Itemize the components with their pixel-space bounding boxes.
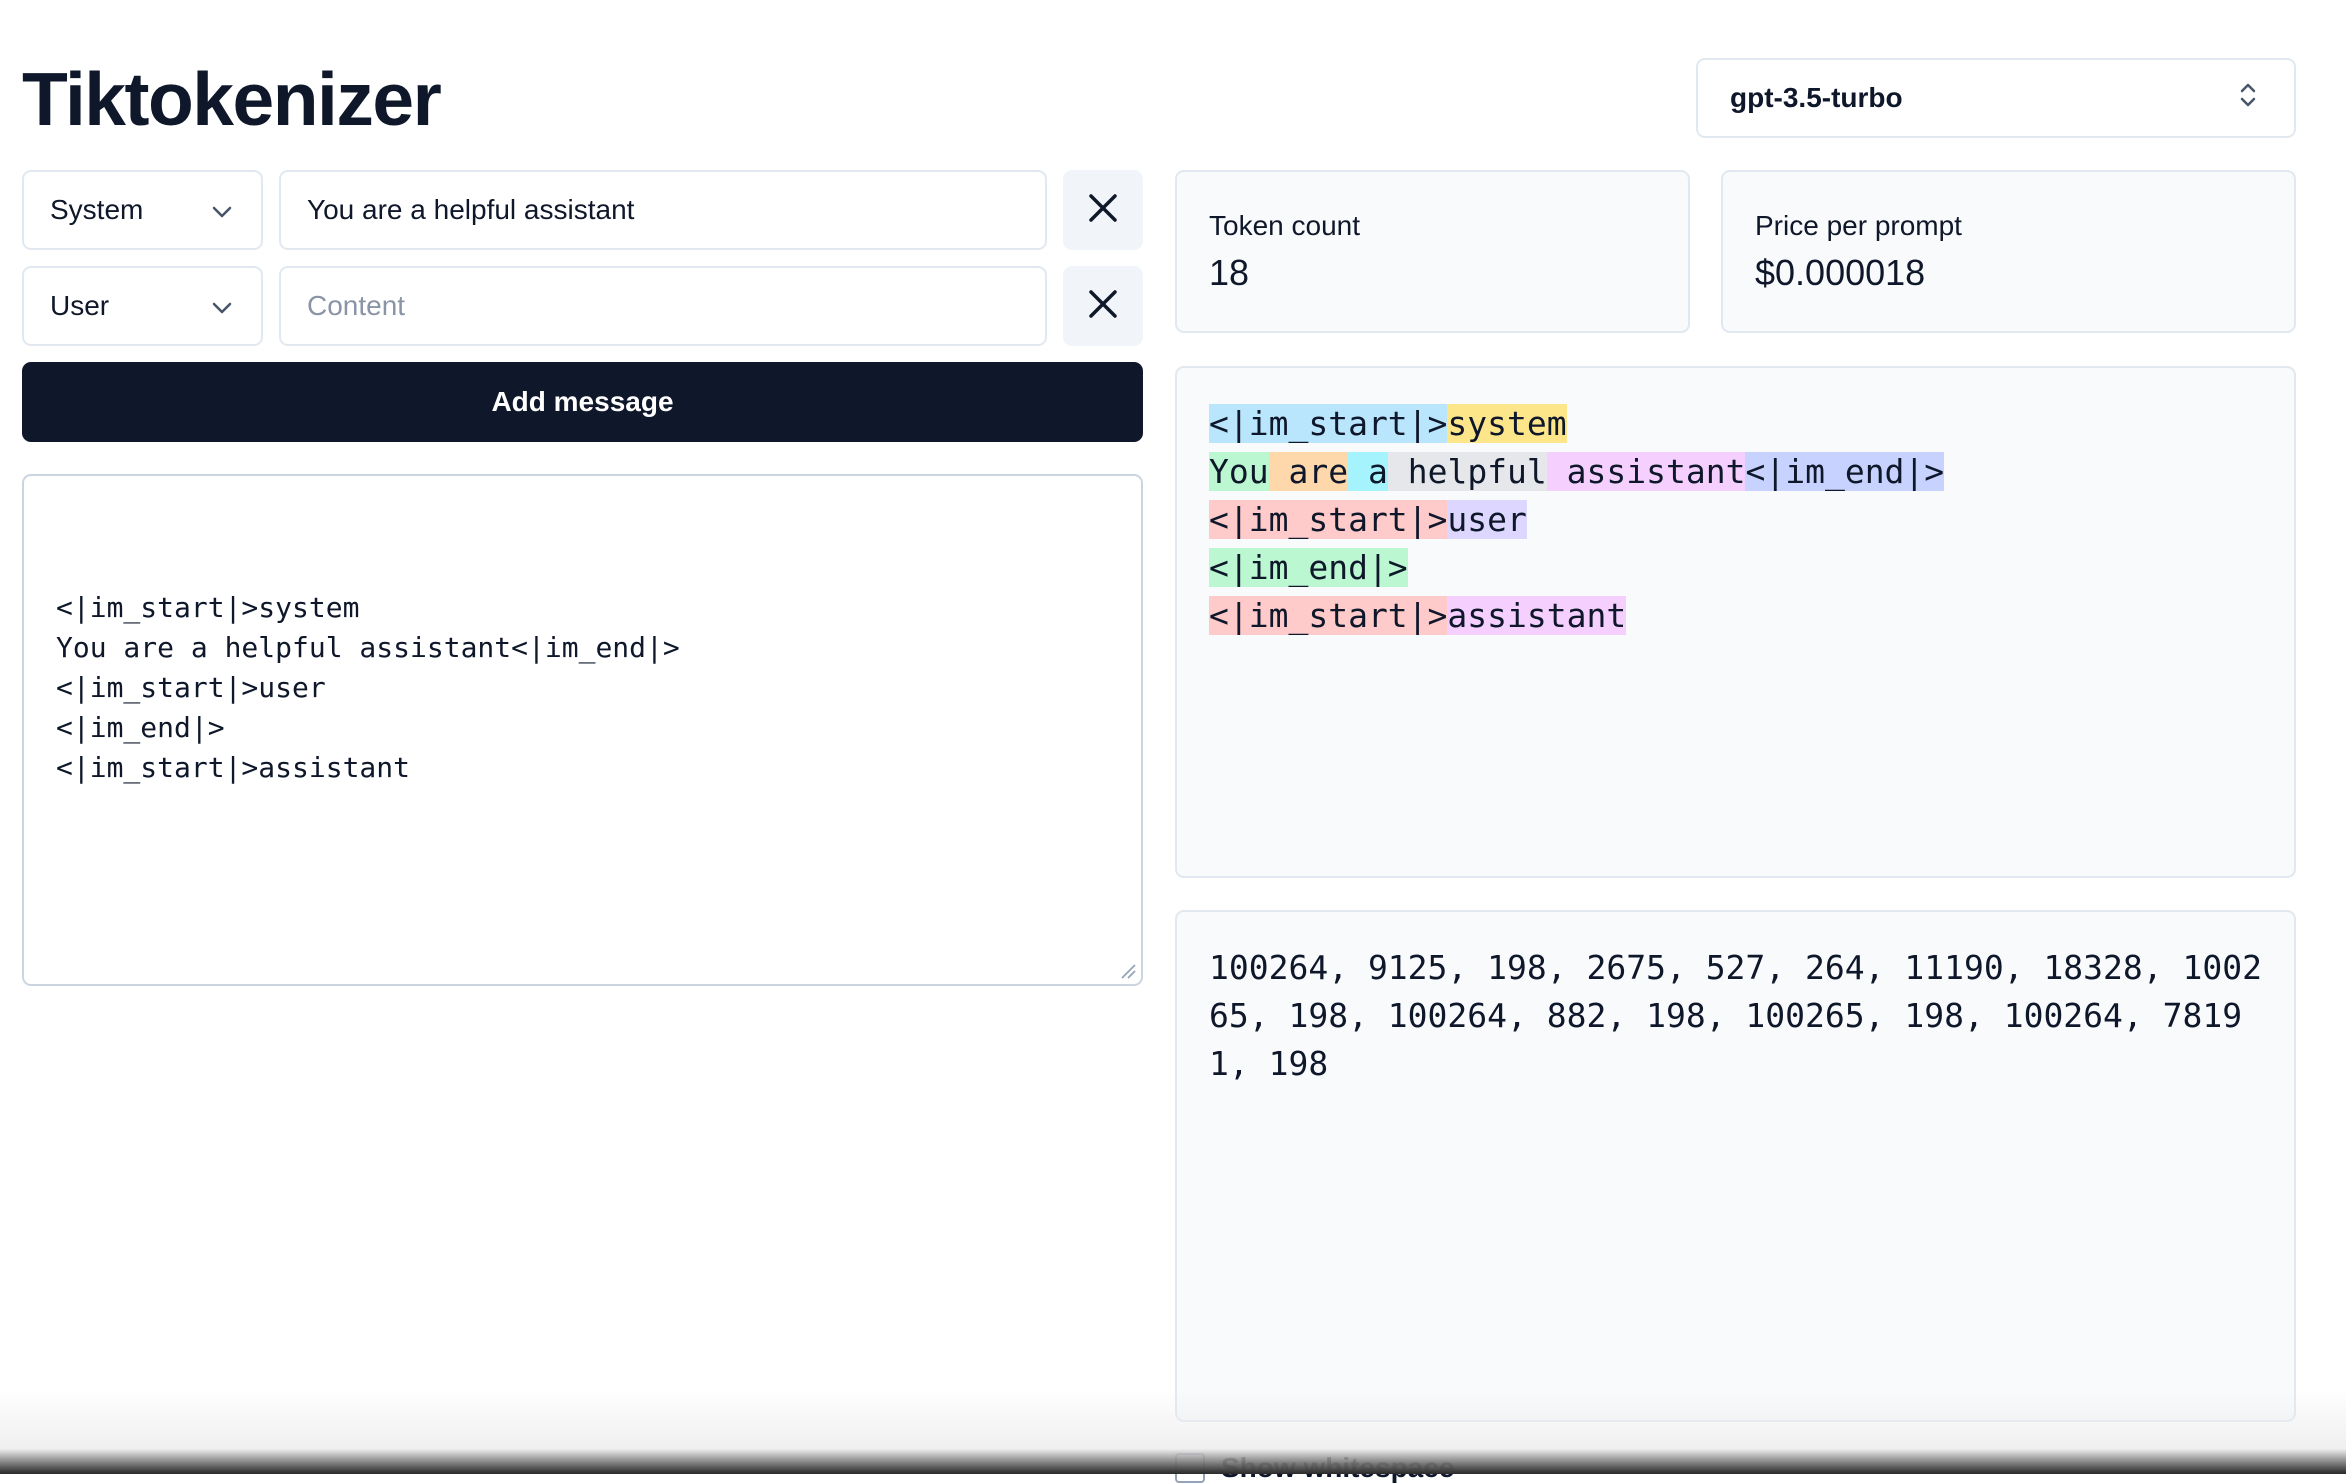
show-whitespace-checkbox[interactable]	[1175, 1453, 1205, 1483]
role-select-user[interactable]: User	[22, 266, 263, 346]
model-select[interactable]: gpt-3.5-turbo	[1696, 58, 2296, 138]
token-ids-panel: 100264, 9125, 198, 2675, 527, 264, 11190…	[1175, 910, 2296, 1422]
token-line: <|im_end|>	[1209, 544, 2262, 592]
token-chip: <|im_start|>	[1209, 404, 1448, 443]
token-count-card: Token count 18	[1175, 170, 1690, 333]
page-title: Tiktokenizer	[22, 57, 442, 141]
token-chip: <|im_start|>	[1209, 596, 1448, 635]
show-whitespace-label: Show whitespace	[1221, 1452, 1455, 1483]
remove-message-button[interactable]	[1063, 266, 1143, 346]
chevron-down-icon	[211, 290, 233, 322]
token-line: <|im_start|>system	[1209, 400, 2262, 448]
token-count-label: Token count	[1209, 210, 1360, 241]
role-select-system[interactable]: System	[22, 170, 263, 250]
close-icon	[1086, 191, 1120, 230]
role-select-value: System	[50, 194, 144, 225]
message-content-input[interactable]: You are a helpful assistant	[279, 170, 1047, 250]
token-chip: system	[1447, 404, 1567, 443]
price-label: Price per prompt	[1755, 210, 1962, 241]
token-chip: <|im_end|>	[1209, 548, 1408, 587]
chevron-down-icon	[211, 194, 233, 226]
token-ids-text: 100264, 9125, 198, 2675, 527, 264, 11190…	[1209, 948, 2262, 1083]
token-line: <|im_start|>assistant	[1209, 592, 2262, 640]
token-chip: <|im_start|>	[1209, 500, 1448, 539]
token-chip: a	[1348, 452, 1388, 491]
token-lines: <|im_start|>system You are a helpful assi…	[1209, 400, 2262, 640]
token-chip: You	[1209, 452, 1269, 491]
prompt-textarea[interactable]: <|im_start|>system You are a helpful ass…	[22, 474, 1143, 986]
message-content-input[interactable]: Content	[279, 266, 1047, 346]
token-line: <|im_start|>user	[1209, 496, 2262, 544]
token-chip: helpful	[1387, 452, 1547, 491]
token-chip: are	[1268, 452, 1349, 491]
token-line: You are a helpful assistant<|im_end|>	[1209, 448, 2262, 496]
token-chip: <|im_end|>	[1745, 452, 1945, 491]
price-value: $0.000018	[1755, 252, 1926, 293]
price-card: Price per prompt $0.000018	[1721, 170, 2296, 333]
role-select-value: User	[50, 290, 110, 321]
remove-message-button[interactable]	[1063, 170, 1143, 250]
model-select-value: gpt-3.5-turbo	[1730, 82, 1903, 113]
token-count-value: 18	[1209, 252, 1250, 293]
token-chip: assistant	[1447, 596, 1627, 635]
chevron-up-down-icon	[2238, 80, 2258, 117]
prompt-text: <|im_start|>system You are a helpful ass…	[56, 591, 680, 784]
show-whitespace-toggle[interactable]: Show whitespace	[1175, 1452, 1454, 1484]
token-visualization-panel: <|im_start|>system You are a helpful assi…	[1175, 366, 2296, 878]
add-message-button[interactable]: Add message	[22, 362, 1143, 442]
close-icon	[1086, 287, 1120, 326]
token-chip: user	[1447, 500, 1527, 539]
token-chip: assistant	[1546, 452, 1746, 491]
resize-grip-icon[interactable]	[1119, 962, 1137, 980]
